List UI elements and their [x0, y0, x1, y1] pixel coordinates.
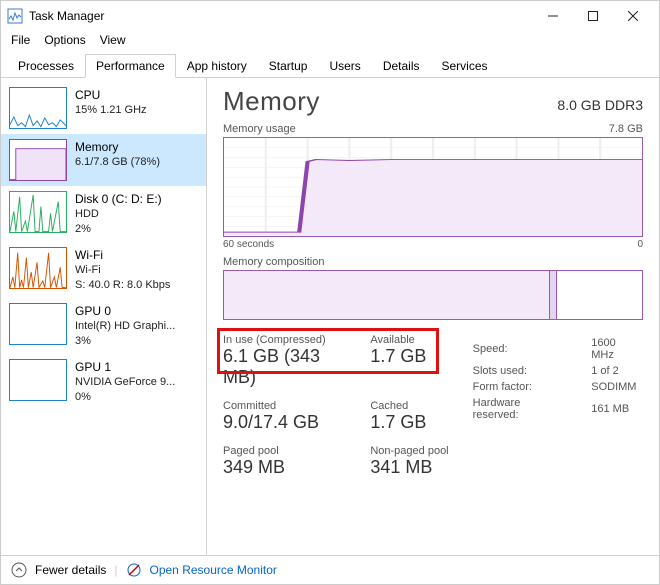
gpu1-line2: NVIDIA GeForce 9...	[75, 375, 175, 390]
tab-services[interactable]: Services	[431, 54, 499, 78]
sidebar-item-wifi[interactable]: Wi-Fi Wi-Fi S: 40.0 R: 8.0 Kbps	[1, 242, 206, 298]
wifi-title: Wi-Fi	[75, 247, 170, 263]
maximize-button[interactable]	[573, 1, 613, 31]
comp-free	[557, 271, 642, 319]
wifi-text: Wi-Fi Wi-Fi S: 40.0 R: 8.0 Kbps	[75, 247, 170, 293]
footer-separator: |	[114, 563, 117, 577]
memory-thumb	[9, 139, 67, 181]
slots-value: 1 of 2	[591, 364, 641, 378]
menu-view[interactable]: View	[100, 33, 126, 47]
comp-modified	[549, 271, 556, 319]
content: Memory 8.0 GB DDR3 Memory usage 7.8 GB	[207, 78, 659, 555]
menu-file[interactable]: File	[11, 33, 30, 47]
wifi-line2: Wi-Fi	[75, 263, 170, 278]
form-value: SODIMM	[591, 380, 641, 394]
usage-label: Memory usage	[223, 123, 296, 135]
memory-line2: 6.1/7.8 GB (78%)	[75, 155, 160, 170]
cpu-title: CPU	[75, 87, 147, 103]
app-icon	[7, 8, 23, 24]
disk-text: Disk 0 (C: D: E:) HDD 2%	[75, 191, 162, 237]
commit-label: Committed	[223, 400, 352, 412]
cpu-line2: 15% 1.21 GHz	[75, 103, 147, 118]
menubar: File Options View	[1, 31, 659, 53]
gpu0-title: GPU 0	[75, 303, 175, 319]
memory-composition-chart	[223, 270, 643, 320]
gpu0-line2: Intel(R) HD Graphi...	[75, 319, 175, 334]
tab-processes[interactable]: Processes	[7, 54, 85, 78]
tab-details[interactable]: Details	[372, 54, 431, 78]
sidebar-item-gpu1[interactable]: GPU 1 NVIDIA GeForce 9... 0%	[1, 354, 206, 410]
usage-xleft: 60 seconds	[223, 239, 274, 250]
resource-monitor-icon[interactable]	[126, 562, 142, 578]
stats-right: Speed:1600 MHz Slots used:1 of 2 Form fa…	[471, 334, 643, 478]
gpu1-thumb	[9, 359, 67, 401]
gpu1-title: GPU 1	[75, 359, 175, 375]
titlebar: Task Manager	[1, 1, 659, 31]
stats: In use (Compressed) 6.1 GB (343 MB) Avai…	[223, 334, 643, 478]
disk-line3: 2%	[75, 222, 162, 237]
sidebar-item-cpu[interactable]: CPU 15% 1.21 GHz	[1, 82, 206, 134]
memory-total: 8.0 GB DDR3	[557, 97, 643, 113]
memory-usage-chart	[223, 137, 643, 237]
slots-label: Slots used:	[473, 364, 590, 378]
hw-label: Hardware reserved:	[473, 396, 590, 422]
gpu0-text: GPU 0 Intel(R) HD Graphi... 3%	[75, 303, 175, 349]
commit-value: 9.0/17.4 GB	[223, 412, 352, 433]
nonpaged-label: Non-paged pool	[370, 445, 448, 457]
fewer-details-link[interactable]: Fewer details	[35, 563, 106, 577]
disk-line2: HDD	[75, 207, 162, 222]
gpu1-text: GPU 1 NVIDIA GeForce 9... 0%	[75, 359, 175, 405]
highlight-box	[217, 328, 439, 374]
sidebar-item-memory[interactable]: Memory 6.1/7.8 GB (78%)	[1, 134, 206, 186]
form-label: Form factor:	[473, 380, 590, 394]
minimize-button[interactable]	[533, 1, 573, 31]
content-header: Memory 8.0 GB DDR3	[223, 86, 643, 117]
comp-label: Memory composition	[223, 256, 324, 268]
usage-xright: 0	[637, 239, 643, 250]
comp-inuse	[224, 271, 549, 319]
disk-thumb	[9, 191, 67, 233]
chevron-up-circle-icon[interactable]	[11, 562, 27, 578]
task-manager-window: Task Manager File Options View Processes…	[0, 0, 660, 585]
close-button[interactable]	[613, 1, 653, 31]
tab-performance[interactable]: Performance	[85, 54, 176, 78]
usage-max: 7.8 GB	[609, 123, 643, 135]
tab-users[interactable]: Users	[318, 54, 371, 78]
sidebar-item-gpu0[interactable]: GPU 0 Intel(R) HD Graphi... 3%	[1, 298, 206, 354]
cached-value: 1.7 GB	[370, 412, 448, 433]
wifi-line3: S: 40.0 R: 8.0 Kbps	[75, 278, 170, 293]
tab-startup[interactable]: Startup	[258, 54, 319, 78]
sidebar: CPU 15% 1.21 GHz Memory 6.1/7.8 GB (78%)	[1, 78, 207, 555]
tab-apphistory[interactable]: App history	[176, 54, 258, 78]
gpu0-line3: 3%	[75, 334, 175, 349]
open-resource-monitor-link[interactable]: Open Resource Monitor	[150, 563, 277, 577]
nonpaged-value: 341 MB	[370, 457, 448, 478]
speed-label: Speed:	[473, 336, 590, 362]
body: CPU 15% 1.21 GHz Memory 6.1/7.8 GB (78%)	[1, 78, 659, 555]
footer: Fewer details | Open Resource Monitor	[1, 555, 659, 584]
window-title: Task Manager	[29, 9, 533, 23]
window-controls	[533, 1, 653, 31]
memory-title: Memory	[75, 139, 160, 155]
hw-value: 161 MB	[591, 396, 641, 422]
cpu-thumb	[9, 87, 67, 129]
gpu1-line3: 0%	[75, 390, 175, 405]
memory-text: Memory 6.1/7.8 GB (78%)	[75, 139, 160, 170]
gpu0-thumb	[9, 303, 67, 345]
sidebar-item-disk[interactable]: Disk 0 (C: D: E:) HDD 2%	[1, 186, 206, 242]
paged-label: Paged pool	[223, 445, 352, 457]
tabs: Processes Performance App history Startu…	[1, 53, 659, 78]
cpu-text: CPU 15% 1.21 GHz	[75, 87, 147, 118]
speed-value: 1600 MHz	[591, 336, 641, 362]
menu-options[interactable]: Options	[44, 33, 85, 47]
page-title: Memory	[223, 86, 320, 117]
cached-label: Cached	[370, 400, 448, 412]
disk-title: Disk 0 (C: D: E:)	[75, 191, 162, 207]
wifi-thumb	[9, 247, 67, 289]
paged-value: 349 MB	[223, 457, 352, 478]
